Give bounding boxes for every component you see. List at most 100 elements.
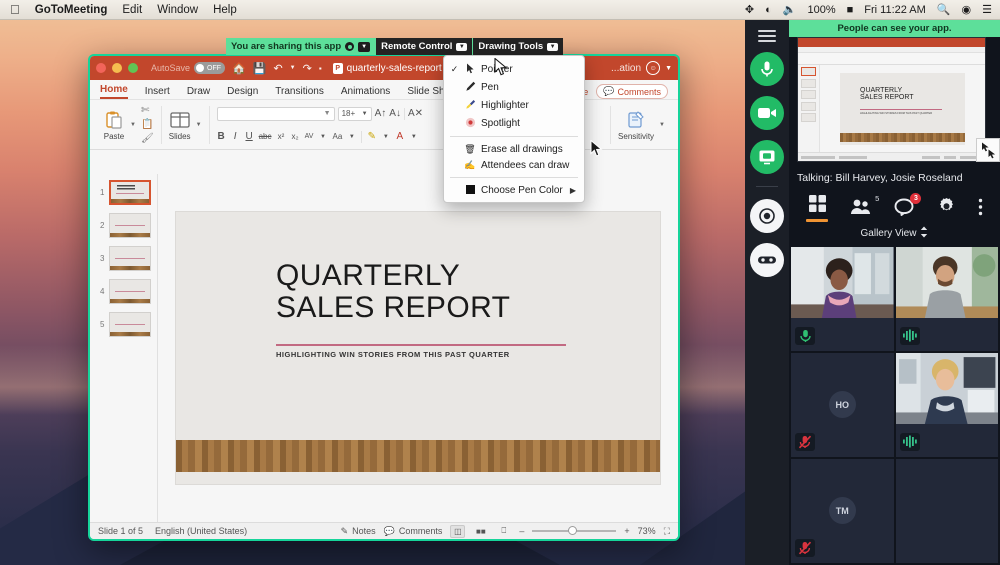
settings-button[interactable] [937,196,956,219]
people-button[interactable]: 5 [850,194,879,218]
microphone-button[interactable] [750,52,784,86]
chevron-down-icon[interactable]: ▼ [347,134,356,140]
slide-canvas-area[interactable]: QUARTERLY SALES REPORT HIGHLIGHTING WIN … [158,174,678,522]
tab-transitions[interactable]: Transitions [275,86,324,99]
chat-button[interactable]: 3 [894,192,922,219]
chevron-down-icon[interactable]: ▼ [409,134,418,140]
menu-item-window[interactable]: Window [157,4,198,16]
current-slide[interactable]: QUARTERLY SALES REPORT HIGHLIGHTING WIN … [176,212,660,484]
character-spacing-icon[interactable]: AV [305,133,314,140]
camera-button[interactable] [750,96,784,130]
zoom-slider[interactable] [532,526,617,535]
save-icon[interactable]: 💾 [253,62,267,75]
language-indicator[interactable]: English (United States) [155,526,247,536]
menu-item-help[interactable]: Help [213,4,237,16]
drawing-tools-button-rail[interactable] [750,243,784,277]
change-case-icon[interactable]: Aa [333,132,343,141]
search-icon[interactable]: 🔍 [937,3,951,16]
thumbnail-row[interactable]: 5 [97,312,151,337]
chevron-updown-icon[interactable] [920,226,928,241]
participant-tile-avatar[interactable]: TM [791,458,894,563]
thumbnail-row[interactable]: 2 [97,213,151,238]
shrink-font-icon[interactable]: A↓ [389,108,401,119]
zoom-out-button[interactable]: – [519,526,524,536]
more-options-button[interactable] [978,197,983,219]
menu-item-pen[interactable]: Pen [444,78,584,96]
font-color-icon[interactable]: A [395,131,404,142]
view-mode-selector[interactable]: Gallery View [789,224,1000,247]
slide-thumbnail-2[interactable] [108,213,151,238]
superscript-button[interactable]: x² [277,132,286,141]
chevron-down-icon[interactable]: ▼ [196,122,202,128]
slide-thumbnail-4[interactable] [108,279,151,304]
powerpoint-window[interactable]: AutoSave OFF 🏠 💾 ↶ ▼ ↷ ▪ P quarterly-sal… [88,54,680,541]
slide-title[interactable]: QUARTERLY SALES REPORT [276,259,510,325]
window-traffic-lights[interactable] [96,63,138,73]
undo-icon[interactable]: ↶ [273,62,282,75]
autosave-toggle[interactable]: OFF [194,62,226,74]
copy-icon[interactable]: 📋 [141,119,154,130]
format-painter-icon[interactable]: 🖌 [141,133,154,144]
font-name-combobox[interactable]: ▼ [216,106,335,121]
control-center-icon[interactable]: ☰ [982,3,992,16]
chevron-down-icon[interactable]: ▼ [456,42,468,51]
italic-button[interactable]: I [231,131,240,142]
move-arrows-icon[interactable]: ✥ [745,3,754,16]
participant-tile-empty[interactable] [895,458,998,563]
participant-tile-video[interactable] [895,246,998,351]
chevron-down-icon[interactable]: ▼ [547,42,559,51]
maximize-window-button[interactable] [128,63,138,73]
thumbnail-row[interactable]: 3 [97,246,151,271]
sensitivity-button[interactable]: Sensitivity [618,109,654,141]
menu-item-gotomeeting[interactable]: GoToMeeting [35,4,108,16]
chevron-down-icon[interactable]: ▼ [290,65,296,71]
participant-tile-avatar[interactable]: HO [791,352,894,457]
thumbnail-row[interactable]: 1 [97,180,151,205]
wifi-icon[interactable]: ◐ [765,4,772,16]
stop-sharing-icon[interactable] [345,42,355,51]
menu-item-erase-all-drawings[interactable]: 🗑 Erase all drawings [444,141,584,157]
slide-thumbnail-3[interactable] [108,246,151,271]
menu-item-pointer[interactable]: ✓ Pointer [444,60,584,78]
close-window-button[interactable] [96,63,106,73]
chevron-down-icon[interactable]: ▼ [130,122,136,128]
menu-item-choose-pen-color[interactable]: Choose Pen Color ▶ [444,182,584,198]
underline-button[interactable]: U [245,131,254,142]
redo-icon[interactable]: ↷ [303,62,312,75]
grow-font-icon[interactable]: A↑ [375,108,387,119]
chevron-down-icon[interactable]: ▼ [324,110,331,117]
zoom-slider-knob[interactable] [568,526,578,535]
record-button[interactable] [750,199,784,233]
drawing-tools-menu[interactable]: ✓ Pointer Pen Highlighter Spotlight 🗑 Er… [443,55,585,203]
thumbnail-row[interactable]: 4 [97,279,151,304]
remote-control-button[interactable]: Remote Control ▼ [375,38,473,55]
clear-formatting-icon[interactable]: A✕ [408,108,423,119]
new-slide-button[interactable]: Slides [169,109,191,141]
text-highlight-icon[interactable]: ✎ [367,131,376,142]
strikethrough-button[interactable]: abc [259,132,272,141]
menu-item-highlighter[interactable]: Highlighter [444,96,584,114]
tab-draw[interactable]: Draw [187,86,210,99]
shared-app-preview[interactable]: QUARTERLY SALES REPORT HIGHLIGHTING WIN … [789,37,1000,167]
battery-icon[interactable]: ■ [847,4,854,16]
more-icon[interactable]: ▪ [319,64,322,73]
menu-item-attendees-can-draw[interactable]: ✍ Attendees can draw [444,157,584,173]
slide-subtitle[interactable]: HIGHLIGHTING WIN STORIES FROM THIS PAST … [276,350,510,359]
share-screen-button[interactable] [750,140,784,174]
notes-button[interactable]: ✎ Notes [341,526,376,537]
sharing-chevron-down-icon[interactable]: ▼ [358,41,371,52]
slide-sorter-icon[interactable]: ■■ [473,525,488,538]
slide-thumbnail-1[interactable] [108,180,151,205]
participant-tile-video[interactable] [791,246,894,351]
document-name[interactable]: P quarterly-sales-report [332,62,442,74]
tab-animations[interactable]: Animations [341,86,390,99]
tab-design[interactable]: Design [227,86,258,99]
volume-icon[interactable]: 🔈 [783,3,797,16]
zoom-in-button[interactable]: + [624,526,629,536]
hamburger-menu-icon[interactable] [758,30,776,42]
comments-button[interactable]: 💬 Comments [596,84,668,99]
drawing-tools-button[interactable]: Drawing Tools ▼ [472,38,564,55]
resize-grip-icon[interactable] [976,138,1000,162]
autosave-control[interactable]: AutoSave OFF [151,62,226,74]
reading-view-icon[interactable]: ⎕ [496,525,511,538]
